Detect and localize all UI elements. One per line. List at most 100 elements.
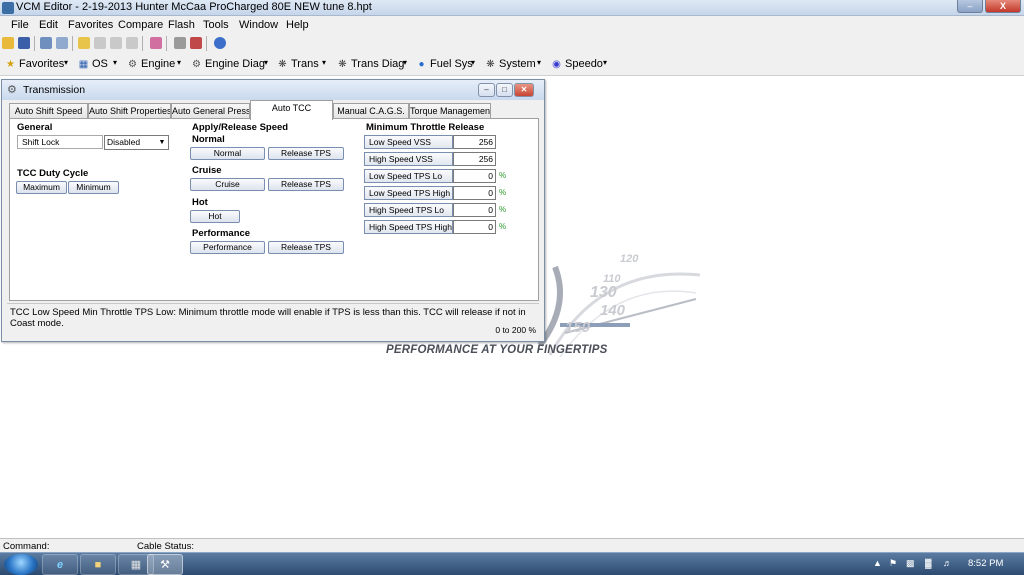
low-speed-vss-value[interactable]: 256 bbox=[453, 135, 496, 149]
menu-file[interactable]: File bbox=[11, 19, 29, 31]
table-icon[interactable] bbox=[94, 37, 106, 49]
transmission-title-bar[interactable]: ⚙ Transmission – □ ✕ bbox=[2, 80, 544, 100]
speedo-dropdown-icon[interactable]: ▾ bbox=[603, 58, 607, 67]
trans-diag-dropdown-icon[interactable]: ▾ bbox=[403, 58, 407, 67]
engine-dropdown-icon[interactable]: ▾ bbox=[177, 58, 181, 67]
clock[interactable]: 8:52 PM bbox=[968, 558, 1003, 569]
menu-window[interactable]: Window bbox=[239, 19, 278, 31]
performance-button[interactable]: Performance bbox=[190, 241, 265, 254]
trans-diag-button[interactable]: ❋ Trans Diag bbox=[337, 58, 404, 70]
show-hidden-icons-icon[interactable]: ▲ bbox=[873, 558, 882, 568]
tab-auto-general-pressure[interactable]: Auto General Pressure bbox=[171, 103, 250, 119]
favorites-button[interactable]: ★ Favorites bbox=[5, 58, 64, 70]
menu-help[interactable]: Help bbox=[286, 19, 309, 31]
save-icon[interactable] bbox=[18, 37, 30, 49]
system-dropdown-icon[interactable]: ▾ bbox=[537, 58, 541, 67]
high-speed-tps-high-value[interactable]: 0 bbox=[453, 220, 496, 234]
open-icon[interactable] bbox=[2, 37, 14, 49]
explorer-folder-icon[interactable]: ■ bbox=[80, 554, 116, 575]
cruise-button[interactable]: Cruise bbox=[190, 178, 265, 191]
tab-torque-management[interactable]: Torque Management bbox=[409, 103, 491, 119]
start-button[interactable] bbox=[4, 554, 38, 575]
engine-diag-dropdown-icon[interactable]: ▾ bbox=[264, 58, 268, 67]
chevron-down-icon[interactable]: ▼ bbox=[156, 136, 168, 149]
low-speed-tps-high-label[interactable]: Low Speed TPS High bbox=[364, 186, 453, 200]
vehicle-icon[interactable] bbox=[174, 37, 186, 49]
normal-button[interactable]: Normal bbox=[190, 147, 265, 160]
fuel-sys-button[interactable]: ● Fuel Sys bbox=[416, 58, 473, 70]
flash-icon[interactable] bbox=[190, 37, 202, 49]
performance-release-tps-button[interactable]: Release TPS bbox=[268, 241, 344, 254]
trans-button[interactable]: ❋ Trans bbox=[277, 58, 318, 70]
trans-diag-label: Trans Diag bbox=[351, 58, 405, 70]
child-close-button[interactable]: ✕ bbox=[514, 83, 534, 97]
fuel-sys-dropdown-icon[interactable]: ▾ bbox=[471, 58, 475, 67]
low-speed-tps-high-value[interactable]: 0 bbox=[453, 186, 496, 200]
maximum-button[interactable]: Maximum bbox=[16, 181, 67, 194]
folder-icon[interactable] bbox=[78, 37, 90, 49]
min-throttle-release-header: Minimum Throttle Release bbox=[366, 122, 485, 133]
volume-icon[interactable]: ♬ bbox=[943, 558, 952, 568]
hot-button[interactable]: Hot bbox=[190, 210, 240, 223]
internet-explorer-icon[interactable]: e bbox=[42, 554, 78, 575]
high-speed-tps-lo-label[interactable]: High Speed TPS Lo bbox=[364, 203, 453, 217]
vcm-editor-task-icon[interactable]: ⚒ bbox=[147, 554, 183, 575]
cruise-release-tps-button[interactable]: Release TPS bbox=[268, 178, 344, 191]
low-speed-vss-label[interactable]: Low Speed VSS bbox=[364, 135, 453, 149]
menu-flash[interactable]: Flash bbox=[168, 19, 195, 31]
child-maximize-button[interactable]: □ bbox=[496, 83, 513, 97]
menu-favorites[interactable]: Favorites bbox=[68, 19, 113, 31]
normal-release-tps-button[interactable]: Release TPS bbox=[268, 147, 344, 160]
taskbar: e ■ ▦ ⚒ ▲ ⚑ ▩ ▓ ♬ 8:52 PM bbox=[0, 552, 1024, 575]
percent-unit: % bbox=[499, 171, 507, 180]
menu-compare[interactable]: Compare bbox=[118, 19, 163, 31]
engine-diag-label: Engine Diag bbox=[205, 58, 265, 70]
os-dropdown-icon[interactable]: ▾ bbox=[113, 58, 117, 67]
os-button[interactable]: ▦ OS bbox=[78, 58, 108, 70]
favorites-dropdown-icon[interactable]: ▾ bbox=[64, 58, 68, 67]
child-minimize-button[interactable]: – bbox=[478, 83, 495, 97]
tools-icon[interactable] bbox=[150, 37, 162, 49]
high-speed-tps-lo-value[interactable]: 0 bbox=[453, 203, 496, 217]
flag-icon[interactable]: ⚑ bbox=[889, 558, 897, 569]
system-button[interactable]: ❋ System bbox=[485, 58, 535, 70]
close-button[interactable]: X bbox=[985, 0, 1021, 13]
network-signal-icon[interactable]: ▓ bbox=[925, 558, 932, 568]
trans-diag-icon: ❋ bbox=[338, 59, 347, 70]
grid-icon[interactable] bbox=[110, 37, 122, 49]
shift-lock-select[interactable]: Disabled ▼ bbox=[104, 135, 169, 150]
write-icon[interactable] bbox=[56, 37, 68, 49]
tab-auto-tcc[interactable]: Auto TCC bbox=[250, 100, 333, 120]
percent-unit: % bbox=[499, 222, 507, 231]
command-label: Command: bbox=[3, 541, 50, 552]
read-icon[interactable] bbox=[40, 37, 52, 49]
normal-header: Normal bbox=[192, 134, 225, 145]
gauge-number: 130 bbox=[590, 284, 617, 301]
high-speed-tps-high-label[interactable]: High Speed TPS High bbox=[364, 220, 453, 234]
engine-icon: ⚙ bbox=[128, 59, 137, 70]
engine-button[interactable]: ⚙ Engine bbox=[127, 58, 175, 70]
high-speed-vss-value[interactable]: 256 bbox=[453, 152, 496, 166]
low-speed-tps-lo-label[interactable]: Low Speed TPS Lo bbox=[364, 169, 453, 183]
shift-lock-label: Shift Lock bbox=[17, 135, 103, 149]
tab-auto-shift-speed[interactable]: Auto Shift Speed bbox=[9, 103, 88, 119]
gauge-number: 140 bbox=[600, 302, 626, 319]
info-icon[interactable] bbox=[214, 37, 226, 49]
engine-diag-button[interactable]: ⚙ Engine Diag bbox=[191, 58, 265, 70]
speedo-icon: ◉ bbox=[552, 59, 561, 70]
speedo-button[interactable]: ◉ Speedo bbox=[551, 58, 603, 70]
minimum-button[interactable]: Minimum bbox=[68, 181, 119, 194]
minimize-button[interactable]: – bbox=[957, 0, 983, 13]
menu-tools[interactable]: Tools bbox=[203, 19, 229, 31]
performance-header: Performance bbox=[192, 228, 251, 239]
os-label: OS bbox=[92, 58, 108, 70]
tab-auto-shift-properties[interactable]: Auto Shift Properties bbox=[88, 103, 171, 119]
trans-dropdown-icon[interactable]: ▾ bbox=[322, 58, 326, 67]
device-icon[interactable]: ▩ bbox=[906, 558, 915, 569]
fuel-sys-label: Fuel Sys bbox=[430, 58, 473, 70]
low-speed-tps-lo-value[interactable]: 0 bbox=[453, 169, 496, 183]
chart-icon[interactable] bbox=[126, 37, 138, 49]
high-speed-vss-label[interactable]: High Speed VSS bbox=[364, 152, 453, 166]
menu-edit[interactable]: Edit bbox=[39, 19, 58, 31]
tab-manual-cags[interactable]: Manual C.A.G.S. bbox=[333, 103, 409, 119]
